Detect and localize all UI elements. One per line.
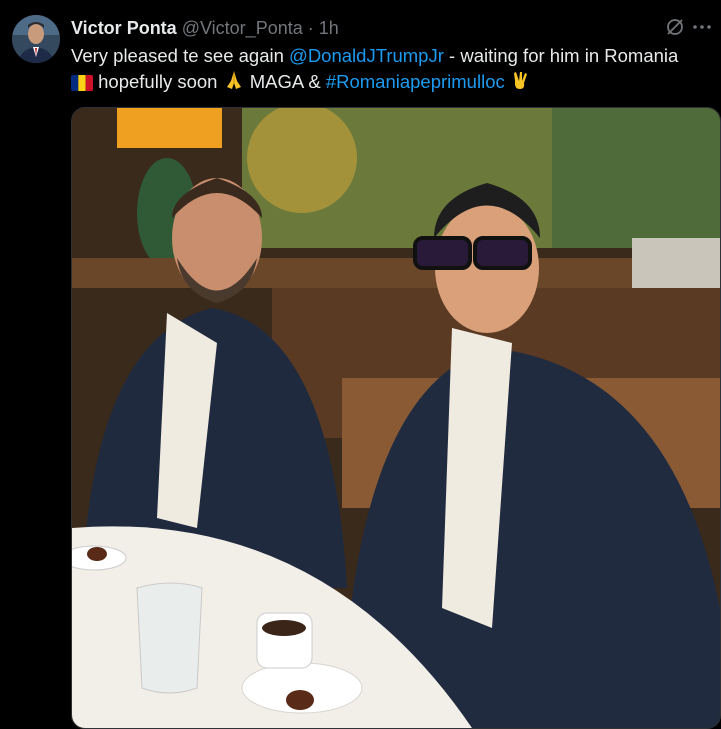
timestamp[interactable]: 1h bbox=[319, 18, 339, 38]
tweet-text-part2: - waiting for him in Romania bbox=[443, 45, 679, 66]
tweet-text: Very pleased te see again @DonaldJTrumpJ… bbox=[71, 43, 711, 98]
romania-flag-icon bbox=[71, 72, 93, 98]
avatar[interactable] bbox=[12, 15, 60, 63]
mention-link[interactable]: @DonaldJTrumpJr bbox=[289, 45, 444, 66]
tweet-text-part1: Very pleased te see again bbox=[71, 45, 290, 66]
victory-hand-icon bbox=[510, 69, 532, 98]
author-name[interactable]: Victor Ponta bbox=[71, 18, 177, 38]
tweet-photo[interactable] bbox=[71, 107, 721, 729]
tweet-header: Victor Ponta @Victor_Ponta · 1h bbox=[71, 17, 709, 39]
separator-dot: · bbox=[307, 18, 314, 38]
tweet-text-part3: hopefully soon bbox=[93, 71, 223, 92]
more-icon[interactable] bbox=[691, 16, 713, 38]
grok-icon[interactable] bbox=[665, 17, 685, 37]
hashtag-link[interactable]: #Romaniapeprimulloc bbox=[326, 71, 505, 92]
tweet-text-part4: MAGA & bbox=[244, 71, 326, 92]
author-handle[interactable]: @Victor_Ponta bbox=[182, 18, 303, 38]
folded-hands-icon bbox=[223, 69, 245, 98]
